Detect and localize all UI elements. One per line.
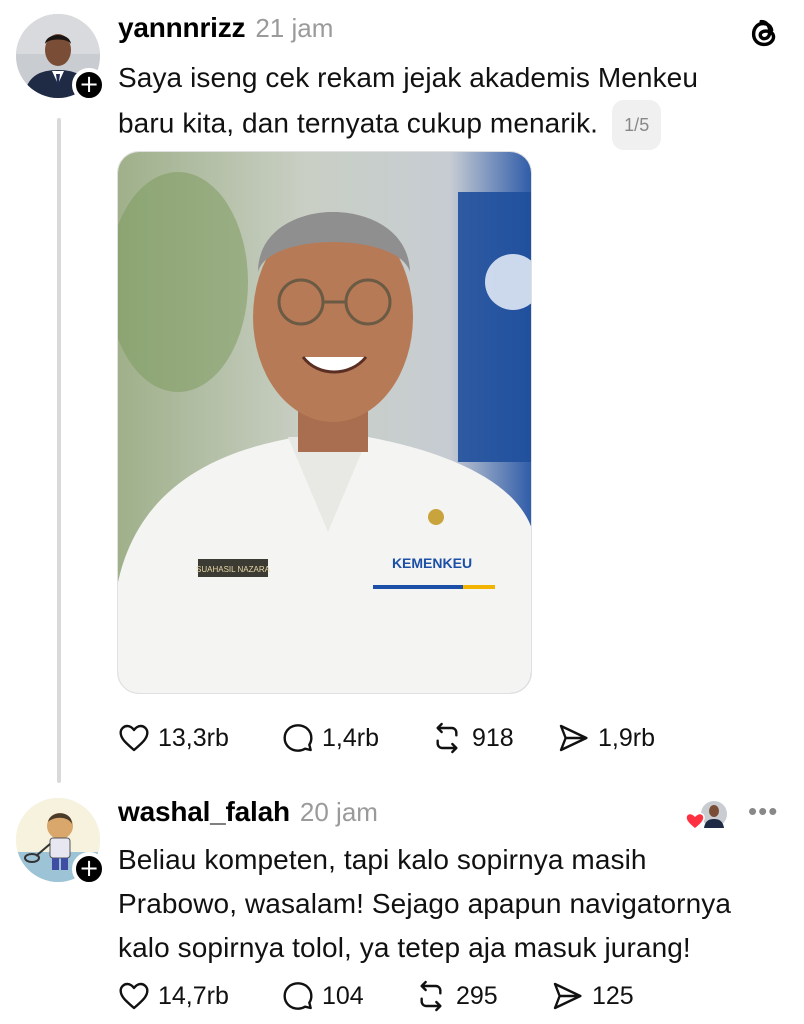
share-count: 1,9rb xyxy=(598,723,655,752)
heart-icon xyxy=(119,982,149,1010)
share-button[interactable]: 1,9rb xyxy=(556,722,655,754)
reply-count: 1,4rb xyxy=(322,723,379,752)
reply-count: 104 xyxy=(322,981,364,1010)
post-text: Saya iseng cek rekam jejak akademis Menk… xyxy=(118,56,698,150)
post-photo[interactable]: SUAHASIL NAZARA KEMENKEU xyxy=(117,151,532,694)
name-tag-text: SUAHASIL NAZARA xyxy=(196,565,271,574)
heart-icon xyxy=(685,812,705,830)
send-icon xyxy=(559,724,588,752)
share-button[interactable]: 125 xyxy=(550,980,634,1012)
post-yannnrizz[interactable]: + yannnrizz 21 jam Saya iseng cek rekam … xyxy=(0,0,804,780)
comment-icon xyxy=(283,982,313,1010)
follow-plus-icon[interactable]: + xyxy=(72,852,106,886)
post-text-line: Beliau kompeten, tapi kalo sopirnya masi… xyxy=(118,844,647,875)
follow-plus-icon[interactable]: + xyxy=(72,68,106,102)
more-options-button[interactable]: ••• xyxy=(748,796,778,827)
username[interactable]: yannnrizz xyxy=(118,12,246,44)
kemenkeu-logo-text: KEMENKEU xyxy=(392,555,472,571)
repost-icon xyxy=(420,980,442,1012)
repost-count: 918 xyxy=(472,723,514,752)
heart-icon xyxy=(119,724,149,752)
repost-count: 295 xyxy=(456,981,498,1010)
share-count: 125 xyxy=(592,981,634,1010)
username[interactable]: washal_falah xyxy=(118,796,290,828)
reply-button[interactable]: 104 xyxy=(282,980,414,1012)
post-text-line: Saya iseng cek rekam jejak akademis Menk… xyxy=(118,62,699,93)
post-time: 21 jam xyxy=(255,13,334,43)
like-button[interactable]: 13,3rb xyxy=(118,722,282,754)
reply-button[interactable]: 1,4rb xyxy=(282,722,430,754)
like-count: 14,7rb xyxy=(158,981,229,1010)
avatar-yannnrizz[interactable]: + xyxy=(16,14,106,102)
thread-pager: 1/5 xyxy=(612,100,662,150)
repost-button[interactable]: 295 xyxy=(414,980,550,1012)
post-text-line: kalo sopirnya tolol, ya tetep aja masuk … xyxy=(118,932,691,963)
like-button[interactable]: 14,7rb xyxy=(118,980,282,1012)
author-liked-badge xyxy=(684,798,736,834)
post-text: Beliau kompeten, tapi kalo sopirnya masi… xyxy=(118,838,731,970)
avatar-washal_falah[interactable]: + xyxy=(16,798,106,886)
send-icon xyxy=(553,982,582,1010)
post-time: 20 jam xyxy=(299,797,378,827)
repost-icon xyxy=(436,722,458,754)
comment-icon xyxy=(283,724,313,752)
like-count: 13,3rb xyxy=(158,723,229,752)
post-text-line: baru kita, dan ternyata cukup menarik. 1/… xyxy=(118,100,698,150)
repost-button[interactable]: 918 xyxy=(430,722,556,754)
post-text-line: Prabowo, wasalam! Sejago apapun navigato… xyxy=(118,888,732,919)
